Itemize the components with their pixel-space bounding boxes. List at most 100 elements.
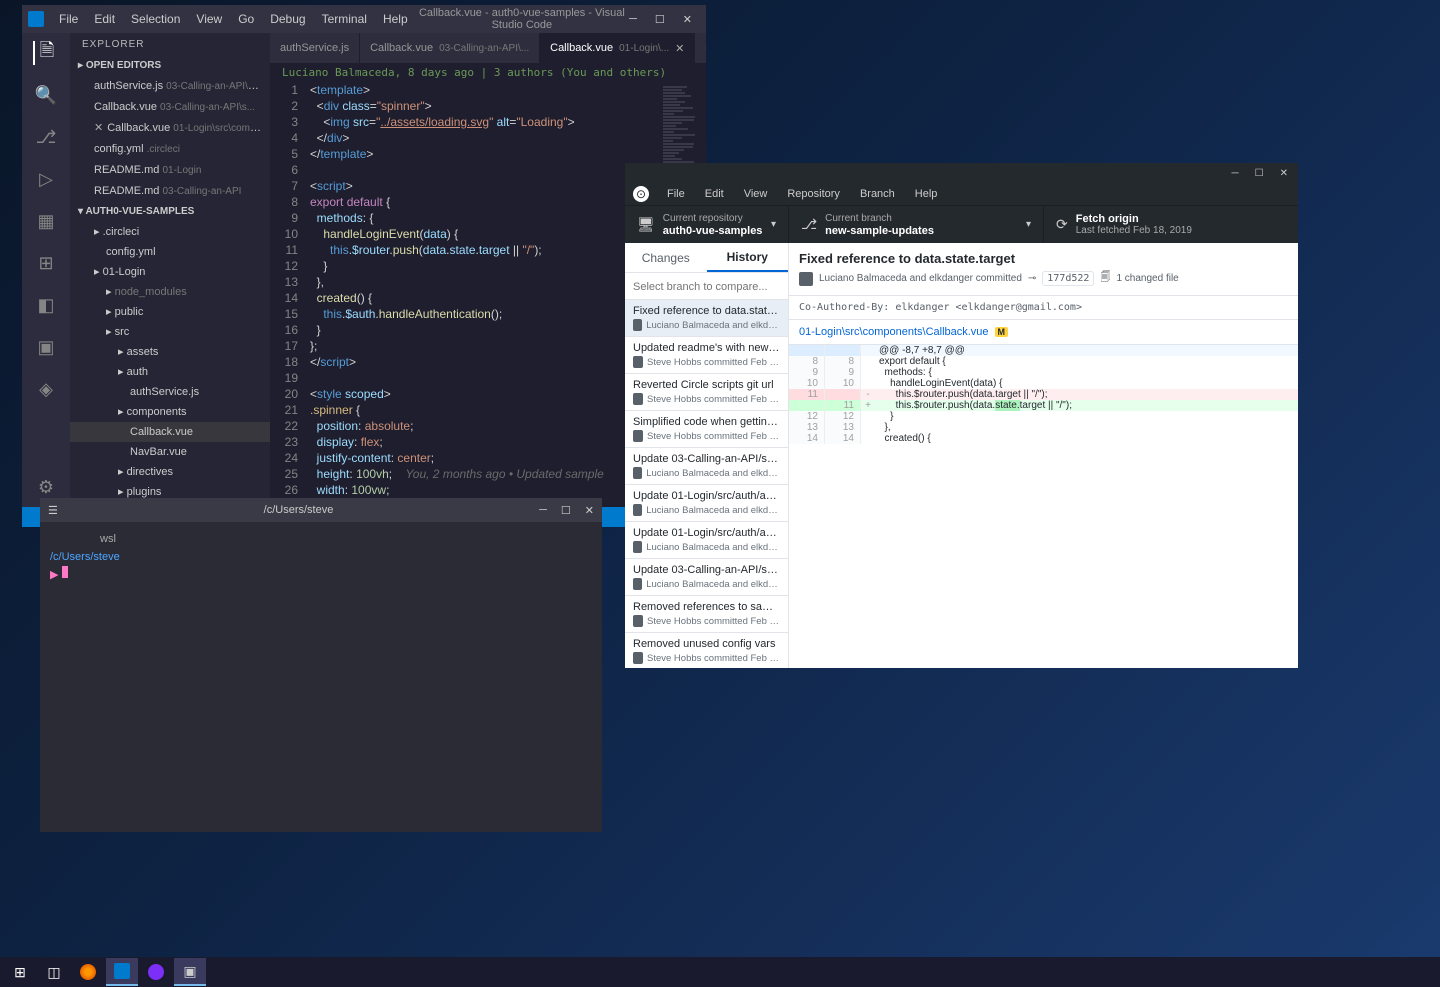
extensions-icon[interactable]: ▦ bbox=[34, 209, 58, 233]
diff-view[interactable]: @@ -8,7 +8,7 @@88 export default {99 met… bbox=[789, 345, 1298, 668]
source-control-icon[interactable]: ⎇ bbox=[34, 125, 58, 149]
open-editor[interactable]: README.md 03-Calling-an-API bbox=[70, 181, 270, 202]
terminal-titlebar[interactable]: ☰ /c/Users/steve ─ ☐ ✕ bbox=[40, 498, 602, 522]
menu-view[interactable]: View bbox=[189, 8, 229, 30]
vscode-titlebar[interactable]: File Edit Selection View Go Debug Termin… bbox=[22, 5, 706, 33]
editor-tab[interactable]: Callback.vue03-Calling-an-API\... bbox=[360, 33, 540, 63]
terminal-body[interactable]: wsl /c/Users/steve ▶ bbox=[40, 522, 602, 592]
search-input[interactable] bbox=[633, 281, 780, 293]
close-icon[interactable]: ✕ bbox=[675, 42, 684, 55]
close-icon[interactable]: ✕ bbox=[1280, 168, 1288, 179]
commit-item[interactable]: Fixed reference to data.state.targetLuci… bbox=[625, 300, 788, 337]
commit-author: Luciano Balmaceda and elkdanger committe… bbox=[819, 273, 1022, 284]
menu-file[interactable]: File bbox=[52, 8, 85, 30]
diff-file-header[interactable]: 01-Login\src\components\Callback.vue M bbox=[789, 320, 1298, 345]
gitlens-blame: Luciano Balmaceda, 8 days ago | 3 author… bbox=[270, 63, 706, 82]
folder-item[interactable]: ▸ src bbox=[70, 322, 270, 342]
menu-terminal[interactable]: Terminal bbox=[315, 8, 374, 30]
commit-item[interactable]: Removed unused config varsSteve Hobbs co… bbox=[625, 633, 788, 668]
tab-changes[interactable]: Changes bbox=[625, 243, 707, 272]
commit-header: Fixed reference to data.state.target Luc… bbox=[789, 243, 1298, 296]
firefox-icon[interactable] bbox=[72, 958, 104, 986]
repo-selector[interactable]: 🖥 Current repositoryauth0-vue-samples ▾ bbox=[625, 206, 789, 243]
remote-icon[interactable]: ⊞ bbox=[34, 251, 58, 275]
start-button[interactable]: ⊞ bbox=[4, 958, 36, 986]
commit-item[interactable]: Update 03-Calling-an-API/src/auth/aut...… bbox=[625, 559, 788, 596]
commit-item[interactable]: Update 03-Calling-an-API/src/auth/aut...… bbox=[625, 448, 788, 485]
menu-go[interactable]: Go bbox=[231, 8, 261, 30]
windows-taskbar[interactable]: ⊞ ◫ ▣ bbox=[0, 957, 1440, 987]
ghd-titlebar[interactable]: ─ ☐ ✕ bbox=[625, 163, 1298, 183]
ghd-menu-edit[interactable]: Edit bbox=[697, 186, 732, 202]
ghd-menu-repository[interactable]: Repository bbox=[779, 186, 848, 202]
folder-item[interactable]: ▸ auth bbox=[70, 362, 270, 382]
tab-history[interactable]: History bbox=[707, 243, 789, 272]
folder-item[interactable]: ▸ public bbox=[70, 302, 270, 322]
terminal-icon[interactable]: ▣ bbox=[34, 335, 58, 359]
debug-icon[interactable]: ▷ bbox=[34, 167, 58, 191]
menu-debug[interactable]: Debug bbox=[263, 8, 312, 30]
file-item[interactable]: authService.js bbox=[70, 382, 270, 402]
close-icon[interactable]: ✕ bbox=[683, 13, 692, 26]
open-editor[interactable]: README.md 01-Login bbox=[70, 160, 270, 181]
open-editor[interactable]: Callback.vue 03-Calling-an-API\s... bbox=[70, 97, 270, 118]
minimize-icon[interactable]: ─ bbox=[539, 504, 547, 517]
branch-selector[interactable]: ⎇ Current branchnew-sample-updates ▾ bbox=[789, 206, 1044, 243]
search-icon[interactable]: 🔍 bbox=[34, 83, 58, 107]
test-icon[interactable]: ◧ bbox=[34, 293, 58, 317]
commit-list[interactable]: Fixed reference to data.state.targetLuci… bbox=[625, 300, 788, 668]
fetch-button[interactable]: ⟳ Fetch originLast fetched Feb 18, 2019 bbox=[1044, 206, 1298, 243]
branch-compare-search[interactable] bbox=[625, 273, 788, 300]
file-item[interactable]: config.yml bbox=[70, 242, 270, 262]
editor-tab-active[interactable]: Callback.vue01-Login\...✕ bbox=[540, 33, 695, 63]
folder-item[interactable]: ▸ assets bbox=[70, 342, 270, 362]
editor-tab[interactable]: authService.js bbox=[270, 33, 360, 63]
settings-gear-icon[interactable]: ⚙ bbox=[34, 475, 58, 499]
app-icon[interactable] bbox=[140, 958, 172, 986]
ghd-menu-branch[interactable]: Branch bbox=[852, 186, 903, 202]
close-icon[interactable]: ✕ bbox=[94, 122, 103, 134]
open-editor[interactable]: ✕Callback.vue 01-Login\src\compone... bbox=[70, 118, 270, 139]
commit-item[interactable]: Update 01-Login/src/auth/authService.jsL… bbox=[625, 522, 788, 559]
maximize-icon[interactable]: ☐ bbox=[561, 504, 571, 517]
commit-item[interactable]: Simplified code when getting callback t.… bbox=[625, 411, 788, 448]
minimize-icon[interactable]: ─ bbox=[629, 13, 637, 26]
menu-help[interactable]: Help bbox=[376, 8, 415, 30]
maximize-icon[interactable]: ☐ bbox=[1255, 168, 1264, 179]
file-item[interactable]: NavBar.vue bbox=[70, 442, 270, 462]
open-editors-section[interactable]: ▸ OPEN EDITORS bbox=[70, 56, 270, 76]
task-view-icon[interactable]: ◫ bbox=[38, 958, 70, 986]
file-item[interactable]: Callback.vue bbox=[70, 422, 270, 442]
menu-edit[interactable]: Edit bbox=[87, 8, 122, 30]
commit-item[interactable]: Updated readme's with new configurati...… bbox=[625, 337, 788, 374]
commit-item[interactable]: Reverted Circle scripts git urlSteve Hob… bbox=[625, 374, 788, 411]
window-title: Callback.vue - auth0-vue-samples - Visua… bbox=[415, 7, 629, 31]
commit-item[interactable]: Removed references to sample 02 from ...… bbox=[625, 596, 788, 633]
open-editor[interactable]: authService.js 03-Calling-an-API\src... bbox=[70, 76, 270, 97]
folder-item[interactable]: ▸ directives bbox=[70, 462, 270, 482]
maximize-icon[interactable]: ☐ bbox=[655, 13, 665, 26]
menu-selection[interactable]: Selection bbox=[124, 8, 187, 30]
open-editor[interactable]: config.yml .circleci bbox=[70, 139, 270, 160]
hamburger-icon[interactable]: ☰ bbox=[48, 504, 58, 517]
vscode-logo-icon bbox=[28, 11, 44, 27]
ghd-menu: ⊙ File Edit View Repository Branch Help bbox=[625, 183, 1298, 205]
close-icon[interactable]: ✕ bbox=[585, 504, 594, 517]
explorer-icon[interactable]: 🗎 bbox=[33, 41, 57, 65]
minimize-icon[interactable]: ─ bbox=[1232, 168, 1239, 179]
ghd-menu-file[interactable]: File bbox=[659, 186, 693, 202]
chevron-down-icon: ▾ bbox=[771, 219, 776, 230]
folder-item[interactable]: ▸ node_modules bbox=[70, 282, 270, 302]
commit-item[interactable]: Update 01-Login/src/auth/authService.jsL… bbox=[625, 485, 788, 522]
folder-item[interactable]: ▸ 01-Login bbox=[70, 262, 270, 282]
commit-sha[interactable]: 177d522 bbox=[1042, 271, 1094, 286]
folder-item[interactable]: ▸ .circleci bbox=[70, 222, 270, 242]
terminal-taskbar-icon[interactable]: ▣ bbox=[174, 958, 206, 986]
editor-tab[interactable]: config.yml bbox=[695, 33, 706, 63]
vscode-taskbar-icon[interactable] bbox=[106, 958, 138, 986]
project-section[interactable]: ▾ AUTH0-VUE-SAMPLES bbox=[70, 202, 270, 222]
ghd-menu-view[interactable]: View bbox=[736, 186, 776, 202]
docker-icon[interactable]: ◈ bbox=[34, 377, 58, 401]
folder-item[interactable]: ▸ components bbox=[70, 402, 270, 422]
ghd-menu-help[interactable]: Help bbox=[907, 186, 946, 202]
